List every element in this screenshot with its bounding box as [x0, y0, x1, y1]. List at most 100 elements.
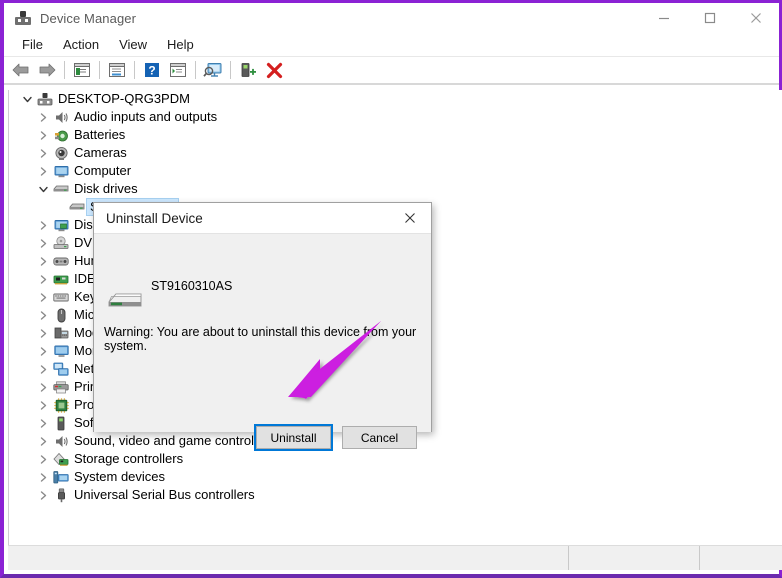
monitor-icon: [51, 342, 71, 360]
disk-drive-icon: [107, 287, 143, 313]
keyboard-icon: [51, 288, 71, 306]
chevron-right-icon[interactable]: [35, 288, 51, 306]
chevron-right-icon[interactable]: [35, 468, 51, 486]
properties-icon: [74, 63, 90, 77]
speaker-icon: [51, 108, 71, 126]
device-manager-window: Device Manager File Action View Help ? D…: [0, 0, 782, 578]
window-controls: [641, 3, 779, 33]
chevron-right-icon[interactable]: [35, 360, 51, 378]
title-bar: Device Manager: [4, 3, 779, 33]
forward-button[interactable]: [34, 58, 60, 82]
dialog-close-button[interactable]: [389, 203, 431, 233]
tree-item-disk-drives[interactable]: Disk drives: [9, 180, 782, 198]
menu-item-help[interactable]: Help: [157, 35, 204, 54]
chevron-right-icon[interactable]: [35, 324, 51, 342]
mouse-icon: [51, 306, 71, 324]
chevron-right-icon[interactable]: [35, 378, 51, 396]
menu-item-file[interactable]: File: [12, 35, 53, 54]
tree-item-label: Audio inputs and outputs: [74, 109, 218, 124]
menu-bar: File Action View Help: [4, 33, 779, 57]
chevron-right-icon[interactable]: [35, 216, 51, 234]
chevron-right-icon[interactable]: [35, 144, 51, 162]
update-driver-icon: [170, 63, 186, 77]
dialog-title-bar: Uninstall Device: [94, 203, 431, 234]
disk-drive-icon: [51, 180, 71, 198]
chevron-right-icon[interactable]: [35, 252, 51, 270]
toolbar-separator: [64, 61, 65, 79]
update-driver-button[interactable]: [165, 58, 191, 82]
chevron-right-icon[interactable]: [35, 342, 51, 360]
maximize-icon: [704, 12, 716, 24]
tree-item-universal-serial-bus-controllers[interactable]: Universal Serial Bus controllers: [9, 486, 782, 504]
monitor-icon: [51, 162, 71, 180]
tree-item-root[interactable]: DESKTOP-QRG3PDM: [9, 90, 782, 108]
tree-item-system-devices[interactable]: System devices: [9, 468, 782, 486]
dialog-title: Uninstall Device: [106, 210, 203, 226]
minimize-icon: [659, 17, 669, 20]
display-adapter-icon: [51, 216, 71, 234]
chevron-right-icon[interactable]: [35, 306, 51, 324]
tree-item-cameras[interactable]: Cameras: [9, 144, 782, 162]
chevron-right-icon[interactable]: [35, 432, 51, 450]
tree-item-label: Disk drives: [74, 181, 138, 196]
dialog-body: ST9160310AS Warning: You are about to un…: [94, 234, 431, 451]
printer-icon: [51, 378, 71, 396]
tree-item-label: Universal Serial Bus controllers: [74, 487, 255, 502]
chevron-right-icon[interactable]: [35, 162, 51, 180]
toolbar-separator: [230, 61, 231, 79]
help-button[interactable]: ?: [139, 58, 165, 82]
properties-button[interactable]: [69, 58, 95, 82]
tree-item-label: Cameras: [74, 145, 127, 160]
add-legacy-hardware-button[interactable]: [235, 58, 261, 82]
back-button[interactable]: [8, 58, 34, 82]
uninstall-device-dialog: Uninstall Device ST9160310AS Warning: Yo…: [93, 202, 432, 451]
svg-text:?: ?: [148, 64, 155, 78]
status-bar: [8, 545, 782, 570]
status-segment-2: [569, 546, 699, 570]
disk-drive-icon: [67, 198, 87, 216]
console-tree-icon: [109, 63, 125, 77]
show-hide-console-tree-button[interactable]: [104, 58, 130, 82]
chevron-right-icon[interactable]: [35, 414, 51, 432]
dialog-device-name: ST9160310AS: [151, 279, 233, 293]
tree-item-storage-controllers[interactable]: Storage controllers: [9, 450, 782, 468]
no-chevron-placeholder: [51, 198, 67, 216]
scan-hardware-changes-button[interactable]: [200, 58, 226, 82]
cancel-button[interactable]: Cancel: [342, 426, 417, 449]
tree-item-label: DESKTOP-QRG3PDM: [58, 91, 190, 106]
tree-item-label: Computer: [74, 163, 132, 178]
processor-icon: [51, 396, 71, 414]
maximize-button[interactable]: [687, 3, 733, 33]
modem-icon: [51, 324, 71, 342]
speaker-icon: [51, 432, 71, 450]
dialog-button-row: Uninstall Cancel: [94, 424, 431, 451]
close-button[interactable]: [733, 3, 779, 33]
tree-item-computer[interactable]: Computer: [9, 162, 782, 180]
back-arrow-icon: [12, 63, 29, 77]
scan-monitor-icon: [203, 62, 222, 77]
chevron-right-icon[interactable]: [35, 396, 51, 414]
tree-item-batteries[interactable]: Batteries: [9, 126, 782, 144]
tree-item-label: System devices: [74, 469, 166, 484]
uninstall-device-button[interactable]: [261, 58, 287, 82]
ide-controller-icon: [51, 270, 71, 288]
tree-item-audio-inputs-and-outputs[interactable]: Audio inputs and outputs: [9, 108, 782, 126]
chevron-right-icon[interactable]: [35, 108, 51, 126]
minimize-button[interactable]: [641, 3, 687, 33]
chevron-right-icon[interactable]: [35, 126, 51, 144]
menu-item-view[interactable]: View: [109, 35, 157, 54]
chevron-right-icon[interactable]: [35, 270, 51, 288]
chevron-right-icon[interactable]: [35, 234, 51, 252]
chevron-right-icon[interactable]: [35, 486, 51, 504]
uninstall-button[interactable]: Uninstall: [254, 424, 333, 451]
red-x-icon: [266, 62, 282, 78]
system-device-icon: [51, 468, 71, 486]
chevron-down-icon[interactable]: [19, 90, 35, 108]
network-adapter-icon: [51, 360, 71, 378]
toolbar: ?: [4, 57, 779, 85]
usb-controller-icon: [51, 486, 71, 504]
toolbar-separator: [99, 61, 100, 79]
chevron-down-icon[interactable]: [35, 180, 51, 198]
menu-item-action[interactable]: Action: [53, 35, 109, 54]
chevron-right-icon[interactable]: [35, 450, 51, 468]
